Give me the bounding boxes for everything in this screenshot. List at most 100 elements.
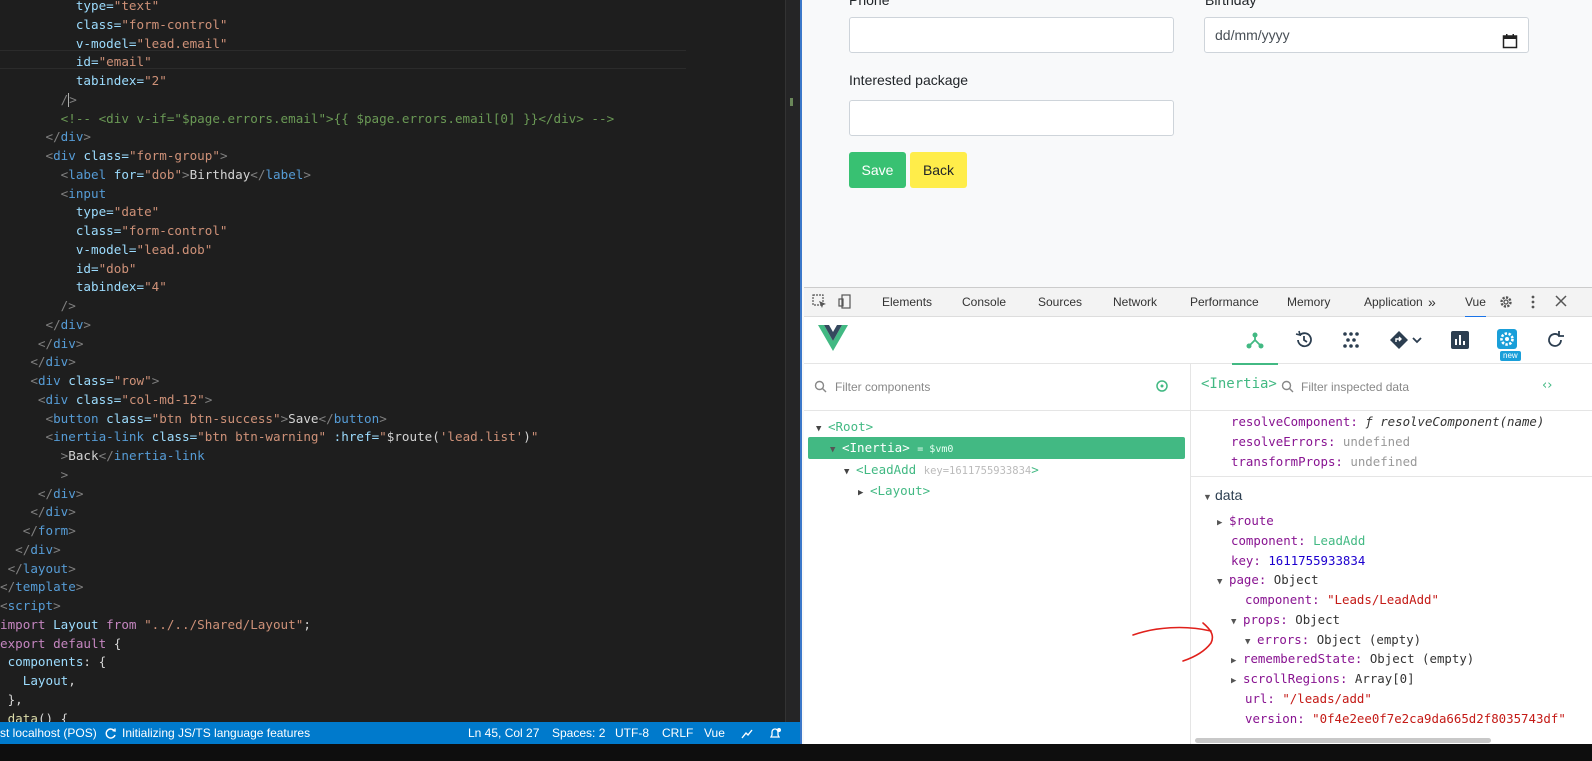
indentation[interactable]: Spaces: 2 (552, 722, 605, 744)
code-line[interactable]: <inertia-link class="btn btn-warning" :h… (0, 427, 539, 446)
code-line[interactable]: </layout> (0, 559, 76, 578)
editor-scrollbar[interactable] (785, 0, 801, 722)
notifications-icon[interactable] (768, 722, 782, 744)
devtools-tab-performance[interactable]: Performance (1190, 288, 1259, 316)
code-line[interactable]: export default { (0, 634, 121, 653)
devtools-tab-sources[interactable]: Sources (1038, 288, 1082, 316)
filter-inspected-input[interactable]: Filter inspected data (1301, 380, 1409, 394)
code-line[interactable]: type="date" (0, 202, 159, 221)
devtools-tab-network[interactable]: Network (1113, 288, 1157, 316)
code-line[interactable]: </div> (0, 334, 84, 353)
prop-route[interactable]: ▶ $route (1217, 511, 1274, 531)
save-button[interactable]: Save (849, 152, 906, 188)
birthday-input[interactable]: dd/mm/yyyy (1204, 17, 1529, 53)
code-line[interactable]: <div class="row"> (0, 371, 159, 390)
feedback-icon[interactable] (740, 722, 754, 744)
open-source-icon[interactable]: ‹› (1542, 378, 1552, 393)
inspect-element-icon[interactable] (812, 294, 827, 312)
code-line[interactable]: type="text" (0, 0, 159, 15)
prop-props[interactable]: ▼ props: Object (1231, 610, 1340, 630)
calendar-icon[interactable] (1502, 27, 1518, 61)
phone-input[interactable] (849, 17, 1174, 53)
prop-page[interactable]: ▼ page: Object (1217, 570, 1319, 590)
code-line[interactable]: <label for="dob">Birthday</label> (0, 165, 311, 184)
code-line[interactable]: id="email" (0, 52, 152, 71)
code-line[interactable]: </form> (0, 521, 76, 540)
code-token: "btn btn-success" (151, 410, 281, 426)
more-options-icon[interactable] (1530, 294, 1536, 313)
package-input[interactable] (849, 100, 1174, 136)
code-line[interactable]: id="dob" (0, 259, 137, 278)
cursor-position[interactable]: Ln 45, Col 27 (468, 722, 539, 744)
code-line[interactable]: <div class="col-md-12"> (0, 390, 212, 409)
devtools-tab-console[interactable]: Console (962, 288, 1006, 316)
code-line[interactable]: v-model="lead.dob" (0, 240, 213, 259)
end-of-line[interactable]: CRLF (662, 722, 693, 744)
code-line[interactable]: import Layout from "../../Shared/Layout"… (0, 615, 311, 634)
code-line[interactable]: Layout, (0, 671, 76, 690)
code-line[interactable]: v-model="lead.email" (0, 34, 228, 53)
components-tab[interactable] (1232, 317, 1278, 365)
devtools-tab-elements[interactable]: Elements (882, 288, 932, 316)
horizontal-scrollbar[interactable] (1195, 738, 1491, 743)
code-line[interactable]: tabindex="4" (0, 277, 167, 296)
code-line[interactable]: }, (0, 690, 23, 709)
prop-scroll-regions[interactable]: ▶ scrollRegions: Array[0] (1231, 669, 1415, 689)
code-line[interactable]: > (0, 465, 69, 484)
code-line[interactable]: tabindex="2" (0, 71, 167, 90)
device-toolbar-icon[interactable] (838, 294, 853, 312)
encoding[interactable]: UTF-8 (615, 722, 649, 744)
code-line[interactable]: </div> (0, 502, 76, 521)
code-line[interactable]: </template> (0, 577, 83, 596)
code-line[interactable]: /> (0, 90, 77, 109)
prop-remembered-state[interactable]: ▶ rememberedState: Object (empty) (1231, 649, 1474, 669)
code-line[interactable]: components: { (0, 652, 107, 671)
back-button[interactable]: Back (910, 152, 967, 188)
performance-dots-icon[interactable] (1341, 330, 1361, 354)
chart-icon[interactable] (1450, 330, 1470, 354)
timeline-history-icon[interactable] (1294, 330, 1314, 354)
code-line[interactable]: /> (0, 296, 76, 315)
code-line[interactable]: </div> (0, 540, 61, 559)
devtools-tab-memory[interactable]: Memory (1287, 288, 1330, 316)
language-mode[interactable]: Vue (704, 722, 725, 744)
code-line[interactable]: </div> (0, 352, 76, 371)
devtools-tab-application[interactable]: Application (1364, 288, 1423, 316)
more-tabs-button[interactable]: » (1428, 288, 1436, 316)
code-line[interactable]: </div> (0, 484, 84, 503)
code-line[interactable]: >Back</inertia-link (0, 446, 205, 465)
prop-errors[interactable]: ▼ errors: Object (empty) (1245, 630, 1421, 650)
settings-gear-icon[interactable] (1498, 294, 1514, 313)
code-token: </ (7, 560, 23, 576)
code-line[interactable]: </div> (0, 127, 92, 146)
code-line[interactable]: <button class="btn btn-success">Save</bu… (0, 409, 387, 428)
vue-logo-icon (818, 325, 848, 355)
tree-node-inertia-selected[interactable]: ▼ <Inertia> = $vm0 (808, 437, 1185, 459)
filter-components-input[interactable]: Filter components (835, 380, 930, 394)
tree-node-layout[interactable]: ▶ <Layout> (858, 481, 930, 501)
select-component-icon[interactable] (1155, 379, 1169, 396)
devtools-tab-vue[interactable]: Vue (1465, 288, 1486, 318)
code-token: </ (98, 448, 114, 463)
code-line[interactable]: data() { (0, 709, 69, 723)
code-line[interactable]: class="form-control" (0, 15, 228, 34)
refresh-icon[interactable] (1545, 330, 1565, 354)
close-devtools-icon[interactable] (1554, 294, 1568, 311)
prop-resolve-errors: resolveErrors: undefined (1231, 434, 1411, 449)
data-section-header[interactable]: ▼ data (1203, 485, 1242, 505)
language-status[interactable]: Initializing JS/TS language features (122, 722, 310, 744)
code-line[interactable]: <div class="form-group"> (0, 146, 228, 165)
tree-node-root[interactable]: ▼ <Root> (816, 417, 873, 437)
code-token: class= (75, 16, 122, 32)
code-line[interactable]: <script> (0, 596, 61, 615)
remote-indicator[interactable]: st localhost (POS) (0, 722, 97, 744)
routing-icon[interactable] (1389, 330, 1423, 354)
code-line[interactable]: </div> (0, 315, 92, 334)
code-editor[interactable]: type="text" class="form-control" v-model… (0, 0, 785, 722)
tree-node-leadadd[interactable]: ▼ <LeadAdd key=1611755933834> (844, 460, 1039, 480)
code-line[interactable]: <!-- <div v-if="$page.errors.email">{{ $… (0, 109, 615, 128)
code-line[interactable]: <input (0, 184, 107, 203)
code-line[interactable]: class="form-control" (0, 221, 228, 240)
